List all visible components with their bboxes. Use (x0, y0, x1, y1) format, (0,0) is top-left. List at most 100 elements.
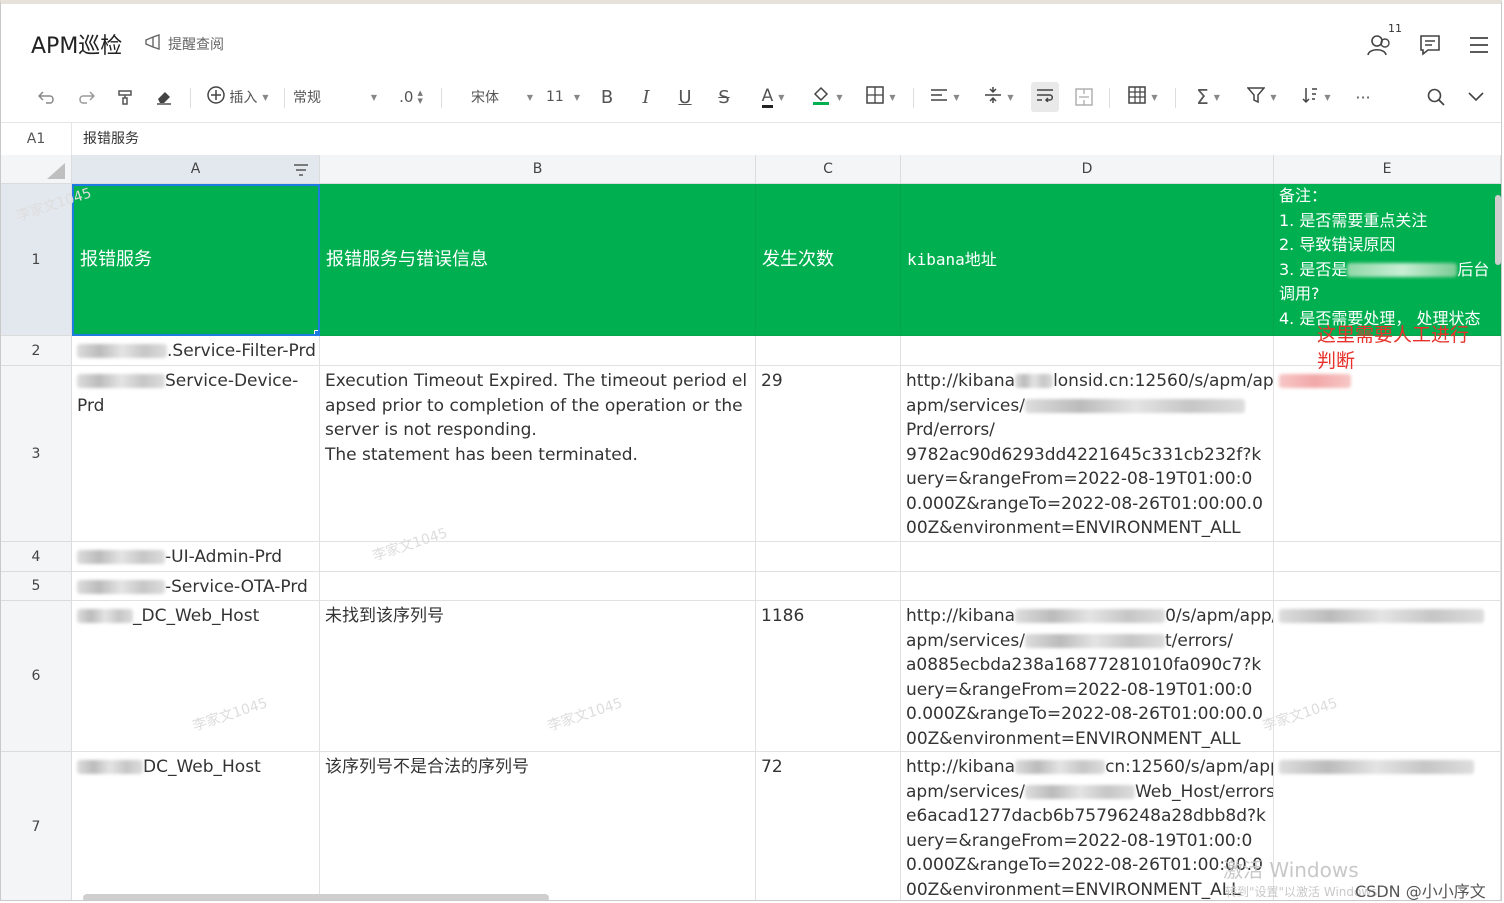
paint-bucket-icon (811, 85, 831, 109)
cell-text: 报错服务与错误信息 (326, 248, 488, 270)
table-style-dropdown[interactable]: ▼ (1123, 74, 1163, 120)
underline-button[interactable]: U (674, 74, 696, 120)
undo-icon[interactable] (35, 74, 59, 120)
font-color-label: A (761, 85, 774, 108)
cell-e3[interactable] (1274, 366, 1501, 542)
cell-b5[interactable] (320, 572, 756, 601)
filter-dropdown[interactable]: ▼ (1241, 74, 1283, 120)
search-icon[interactable] (1423, 74, 1449, 120)
cell-d7[interactable]: http://kibana cn:12560/s/apm/app/ apm/ser… (901, 752, 1274, 900)
cell-a3[interactable]: Service-Device- Prd (72, 366, 320, 542)
decimal-stepper[interactable]: .0 ▲ ▼ (393, 74, 429, 120)
note-line: 1. 是否需要重点关注 (1279, 210, 1428, 230)
cell-e6[interactable] (1274, 601, 1501, 752)
menu-icon[interactable] (1466, 32, 1492, 58)
row-header-7[interactable]: 7 (1, 752, 72, 900)
cell-a4[interactable]: -UI-Admin-Prd (72, 542, 320, 572)
cell-d6[interactable]: http://kibana 0/s/apm/app/ apm/services/t… (901, 601, 1274, 752)
cell-d1[interactable]: kibana地址 (901, 184, 1274, 336)
horizontal-scrollbar[interactable] (83, 894, 549, 900)
cell-c5[interactable] (756, 572, 901, 601)
row-header-4[interactable]: 4 (1, 542, 72, 572)
select-all-corner[interactable] (1, 155, 72, 184)
cell-b7[interactable]: 该序列号不是合法的序列号 (320, 752, 756, 900)
cell-d5[interactable] (901, 572, 1274, 601)
cell-c6[interactable]: 1186 (756, 601, 901, 752)
cell-c7[interactable]: 72 (756, 752, 901, 900)
format-painter-icon[interactable] (113, 74, 137, 120)
column-header-d[interactable]: D (901, 155, 1274, 184)
cell-d2[interactable] (901, 336, 1274, 366)
vertical-scrollbar[interactable] (1495, 195, 1501, 265)
column-header-c[interactable]: C (756, 155, 901, 184)
formula-content[interactable]: 报错服务 (83, 123, 139, 155)
row-header-5[interactable]: 5 (1, 572, 72, 601)
cell-text: DC_Web_Host (143, 757, 261, 777)
cell-c3[interactable]: 29 (756, 366, 901, 542)
remind-button[interactable]: 提醒查阅 (144, 34, 224, 54)
cell-b4[interactable] (320, 542, 756, 572)
cell-e4[interactable] (1274, 542, 1501, 572)
cell-c1[interactable]: 发生次数 (756, 184, 901, 336)
column-header-e[interactable]: E (1274, 155, 1501, 184)
horizontal-align-dropdown[interactable]: ▼ (925, 74, 965, 120)
sort-dropdown[interactable]: ▼ (1295, 74, 1337, 120)
fill-color-dropdown[interactable]: ▼ (807, 74, 847, 120)
font-size-dropdown[interactable]: 11 ▼ (546, 74, 580, 120)
cell-a1[interactable]: 报错服务 (72, 184, 320, 336)
column-header-a[interactable]: A (72, 155, 320, 184)
cell-b3[interactable]: Execution Timeout Expired. The timeout p… (320, 366, 756, 542)
collapse-toolbar-icon[interactable] (1463, 74, 1489, 120)
cell-e1[interactable]: 备注： 1. 是否需要重点关注 2. 导致错误原因 3. 是否是 后台 调用? 4… (1274, 184, 1501, 336)
cell-e5[interactable] (1274, 572, 1501, 601)
spreadsheet-grid: A B C D E 1 2 3 4 5 6 7 报错服务 报错服务与错误信息 发… (1, 155, 1501, 900)
url-part: t/errors/ (1164, 630, 1234, 651)
cell-a6[interactable]: _DC_Web_Host (72, 601, 320, 752)
wrap-text-button[interactable] (1031, 82, 1059, 112)
collaborators-icon[interactable] (1367, 32, 1393, 58)
cell-a2[interactable]: .Service-Filter-Prd (72, 336, 320, 366)
bold-button[interactable]: B (596, 74, 618, 120)
url-line: apm/services/t/errors/ (906, 629, 1268, 654)
cell-text: kibana地址 (907, 249, 997, 269)
remind-label: 提醒查阅 (168, 37, 224, 53)
row-header-2[interactable]: 2 (1, 336, 72, 366)
cell-reference[interactable]: A1 (1, 123, 72, 155)
sum-dropdown[interactable]: Σ ▼ (1187, 74, 1229, 120)
url-line: apm/services/Web_Host/errors/ (906, 780, 1273, 805)
cell-d3[interactable]: http://kibana lonsid.cn:12560/s/apm/app/ … (901, 366, 1274, 542)
borders-dropdown[interactable]: ▼ (861, 74, 901, 120)
cell-a7[interactable]: DC_Web_Host (72, 752, 320, 900)
strikethrough-button[interactable]: S (713, 74, 735, 120)
insert-dropdown[interactable]: 插入 ▼ (201, 74, 275, 120)
cell-a5[interactable]: -Service-OTA-Prd (72, 572, 320, 601)
row-header-6[interactable]: 6 (1, 601, 72, 752)
cell-c2[interactable] (756, 336, 901, 366)
document-title[interactable]: APM巡检 (31, 28, 122, 60)
table-style-icon (1128, 86, 1147, 108)
chevron-down-icon: ▼ (1270, 92, 1277, 102)
cell-b1[interactable]: 报错服务与错误信息 (320, 184, 756, 336)
cell-c4[interactable] (756, 542, 901, 572)
comment-icon[interactable] (1417, 32, 1443, 58)
column-header-b[interactable]: B (320, 155, 756, 184)
cell-b6[interactable]: 未找到该序列号 (320, 601, 756, 752)
merge-cells-icon[interactable] (1071, 74, 1097, 120)
vertical-align-dropdown[interactable]: ▼ (979, 74, 1019, 120)
number-format-dropdown[interactable]: 常规 ▼ (293, 74, 377, 120)
font-family-dropdown[interactable]: 宋体 ▼ (471, 74, 533, 120)
row-header-1[interactable]: 1 (1, 184, 72, 336)
chevron-down-icon: ▼ (1151, 92, 1158, 102)
cell-text: .Service-Filter-Prd (167, 341, 316, 361)
cell-b2[interactable] (320, 336, 756, 366)
url-line: apm/services/ (906, 394, 1268, 419)
redo-icon[interactable] (74, 74, 98, 120)
row-header-3[interactable]: 3 (1, 366, 72, 542)
cell-d4[interactable] (901, 542, 1274, 572)
font-color-dropdown[interactable]: A ▼ (753, 74, 793, 120)
more-button[interactable]: ··· (1349, 74, 1377, 120)
eraser-icon[interactable] (152, 74, 176, 120)
url-part: http://kibana (906, 606, 1016, 626)
italic-button[interactable]: I (635, 74, 657, 120)
divider (284, 88, 285, 108)
